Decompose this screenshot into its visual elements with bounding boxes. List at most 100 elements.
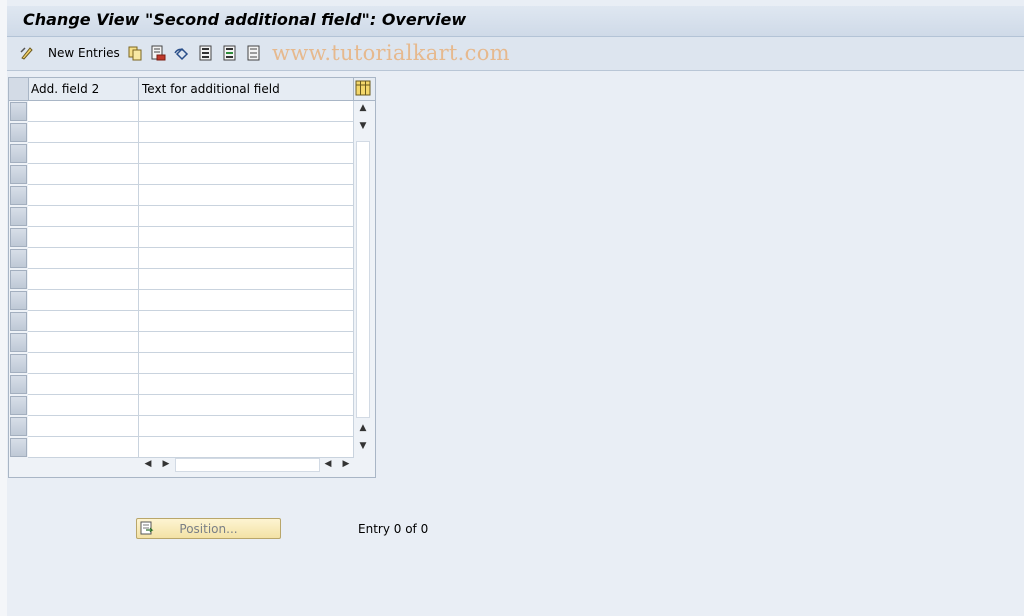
page-up-icon[interactable]: ▲ [356, 421, 370, 435]
cell-add-field-2[interactable] [28, 269, 139, 290]
cell-text[interactable] [139, 416, 354, 437]
row-selector[interactable] [10, 291, 27, 310]
scroll-right-end-icon[interactable]: ▶ [339, 457, 353, 471]
table-control: Add. field 2 Text for additional field ▲… [8, 77, 376, 478]
cell-add-field-2[interactable] [28, 248, 139, 269]
page-title: Change View "Second additional field": O… [23, 10, 467, 29]
cell-text[interactable] [139, 290, 354, 311]
cell-add-field-2[interactable] [28, 101, 139, 122]
cell-add-field-2[interactable] [28, 416, 139, 437]
new-entries-button[interactable]: New Entries [48, 46, 120, 60]
table-settings-icon[interactable] [355, 80, 371, 96]
cell-text[interactable] [139, 164, 354, 185]
cell-add-field-2[interactable] [28, 353, 139, 374]
title-bar: Change View "Second additional field": O… [7, 6, 1024, 37]
row-selector[interactable] [10, 123, 27, 142]
row-selector[interactable] [10, 228, 27, 247]
cell-text[interactable] [139, 143, 354, 164]
horizontal-scrollbar[interactable]: ◀ ▶ ◀ ▶ [139, 456, 354, 472]
row-selector[interactable] [10, 438, 27, 457]
scroll-down-icon[interactable]: ▼ [356, 439, 370, 453]
cell-text[interactable] [139, 248, 354, 269]
row-selector[interactable] [10, 207, 27, 226]
cell-add-field-2[interactable] [28, 437, 139, 458]
cell-text[interactable] [139, 122, 354, 143]
table-row[interactable] [9, 206, 354, 227]
column-header-add-field-2[interactable]: Add. field 2 [28, 78, 139, 100]
undo-icon[interactable] [174, 45, 190, 61]
row-selector[interactable] [10, 144, 27, 163]
cell-text[interactable] [139, 437, 354, 458]
cell-add-field-2[interactable] [28, 332, 139, 353]
entry-counter: Entry 0 of 0 [358, 522, 429, 536]
select-block-icon[interactable] [222, 45, 238, 61]
cell-add-field-2[interactable] [28, 395, 139, 416]
position-button[interactable]: Position... [136, 518, 281, 539]
row-selector[interactable] [10, 270, 27, 289]
table-row[interactable] [9, 101, 354, 122]
vertical-scrollbar[interactable]: ▲ ▼ ▲ ▼ [354, 101, 372, 456]
row-selector[interactable] [10, 165, 27, 184]
table-row[interactable] [9, 311, 354, 332]
table-row[interactable] [9, 374, 354, 395]
display-change-icon[interactable] [19, 45, 35, 61]
column-header-text[interactable]: Text for additional field [139, 78, 354, 100]
scroll-right-icon[interactable]: ▶ [159, 457, 173, 471]
cell-text[interactable] [139, 353, 354, 374]
table-row[interactable] [9, 122, 354, 143]
table-row[interactable] [9, 353, 354, 374]
table-row[interactable] [9, 185, 354, 206]
cell-text[interactable] [139, 269, 354, 290]
cell-add-field-2[interactable] [28, 290, 139, 311]
left-edge [0, 0, 7, 616]
cell-text[interactable] [139, 332, 354, 353]
position-button-label: Position... [179, 522, 238, 536]
row-selector[interactable] [10, 354, 27, 373]
copy-icon[interactable] [127, 45, 143, 61]
table-row[interactable] [9, 248, 354, 269]
table-row[interactable] [9, 395, 354, 416]
cell-add-field-2[interactable] [28, 122, 139, 143]
row-selector[interactable] [10, 396, 27, 415]
page-down-icon[interactable]: ▼ [356, 119, 370, 133]
deselect-all-icon[interactable] [246, 45, 262, 61]
table-row[interactable] [9, 290, 354, 311]
row-selector[interactable] [10, 333, 27, 352]
table-row[interactable] [9, 437, 354, 458]
row-selector[interactable] [10, 312, 27, 331]
table-row[interactable] [9, 143, 354, 164]
scroll-left-icon[interactable]: ◀ [141, 457, 155, 471]
row-selector[interactable] [10, 186, 27, 205]
vertical-scroll-track[interactable] [356, 141, 370, 418]
cell-text[interactable] [139, 227, 354, 248]
cell-text[interactable] [139, 374, 354, 395]
table-row[interactable] [9, 227, 354, 248]
row-selector[interactable] [10, 417, 27, 436]
cell-add-field-2[interactable] [28, 164, 139, 185]
delete-icon[interactable] [150, 45, 166, 61]
table-row[interactable] [9, 269, 354, 290]
table-header: Add. field 2 Text for additional field [9, 78, 375, 101]
select-all-icon[interactable] [198, 45, 214, 61]
select-all-rows-button[interactable] [9, 78, 29, 100]
scroll-up-icon[interactable]: ▲ [356, 101, 370, 115]
row-selector[interactable] [10, 102, 27, 121]
scroll-left-end-icon[interactable]: ◀ [321, 457, 335, 471]
cell-add-field-2[interactable] [28, 143, 139, 164]
cell-text[interactable] [139, 395, 354, 416]
cell-text[interactable] [139, 311, 354, 332]
cell-add-field-2[interactable] [28, 206, 139, 227]
cell-text[interactable] [139, 185, 354, 206]
cell-add-field-2[interactable] [28, 227, 139, 248]
row-selector[interactable] [10, 249, 27, 268]
cell-add-field-2[interactable] [28, 374, 139, 395]
table-row[interactable] [9, 164, 354, 185]
horizontal-scroll-track[interactable] [175, 458, 320, 472]
cell-add-field-2[interactable] [28, 311, 139, 332]
row-selector[interactable] [10, 375, 27, 394]
table-row[interactable] [9, 332, 354, 353]
cell-add-field-2[interactable] [28, 185, 139, 206]
table-row[interactable] [9, 416, 354, 437]
cell-text[interactable] [139, 206, 354, 227]
cell-text[interactable] [139, 101, 354, 122]
